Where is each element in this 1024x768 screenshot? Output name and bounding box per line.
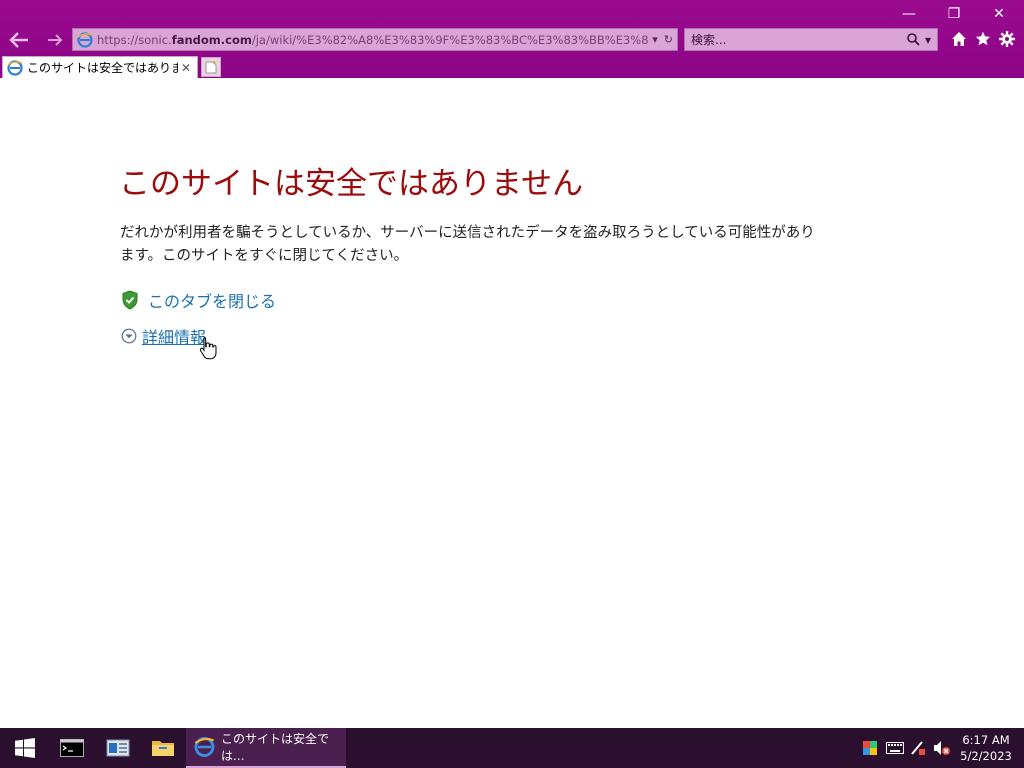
home-button[interactable] [948, 28, 970, 50]
star-icon [975, 31, 991, 46]
new-tab-icon [205, 60, 217, 73]
taskbar: このサイトは安全では... 6:17 AM 5/2/2023 [0, 728, 1024, 768]
warning-description: だれかが利用者を騙そうとしているか、サーバーに送信されたデータを盗み取ろうとして… [120, 225, 815, 264]
clock-date: 5/2/2023 [960, 749, 1012, 763]
more-info-label[interactable]: 詳細情報 [142, 324, 206, 348]
taskbar-file-explorer[interactable] [140, 728, 186, 768]
action-center-flag-icon [863, 741, 877, 755]
tab-ie-icon [7, 59, 23, 76]
network-icon [911, 741, 925, 755]
taskbar-ie-label: このサイトは安全では... [220, 732, 329, 763]
windows-logo-icon [15, 738, 35, 758]
close-tab-link[interactable]: このタブを閉じる [121, 288, 276, 312]
tab-close-button[interactable]: ✕ [178, 61, 194, 75]
tray-network[interactable] [908, 728, 928, 768]
browser-titlebar: — ❐ ✕ https://sonic.fandom.com/ja/wiki/%… [0, 0, 1024, 78]
taskbar-ie-icon [194, 737, 215, 757]
address-dropdown-icon[interactable]: ▾ [652, 33, 658, 46]
address-bar[interactable]: https://sonic.fandom.com/ja/wiki/%E3%82%… [72, 28, 678, 51]
home-icon [952, 32, 966, 46]
search-icon[interactable] [907, 32, 920, 46]
taskbar-clock[interactable]: 6:17 AM 5/2/2023 [954, 732, 1018, 764]
terminal-icon [60, 739, 84, 757]
tab-title: このサイトは安全ではありません [27, 61, 178, 75]
tray-volume[interactable] [932, 728, 952, 768]
settings-button[interactable] [996, 28, 1018, 50]
start-button[interactable] [2, 728, 48, 768]
keyboard-icon [886, 742, 904, 754]
search-input[interactable]: 検索... [691, 31, 907, 48]
forward-arrow-icon [48, 34, 63, 46]
volume-muted-icon [934, 741, 950, 755]
close-window-button[interactable]: ✕ [976, 0, 1022, 28]
search-box[interactable]: 検索... ▾ [684, 28, 938, 51]
tray-keyboard[interactable] [884, 728, 906, 768]
address-url: https://sonic.fandom.com/ja/wiki/%E3%82%… [97, 32, 649, 47]
hand-cursor-icon [199, 337, 217, 360]
taskbar-server-manager[interactable] [95, 728, 141, 768]
favorites-button[interactable] [972, 28, 994, 50]
new-tab-button[interactable] [201, 57, 221, 77]
page-title: このサイトは安全ではありません [119, 166, 584, 202]
refresh-icon[interactable]: ↻ [664, 33, 673, 46]
page-content: このサイトは安全ではありません だれかが利用者を騙そうとしているか、サーバーに送… [0, 78, 1024, 728]
minimize-button[interactable]: — [886, 0, 932, 28]
tab-active[interactable]: このサイトは安全ではありません ✕ [2, 56, 198, 78]
back-arrow-icon [9, 32, 28, 48]
more-info-link[interactable]: 詳細情報 [121, 324, 206, 348]
search-dropdown-icon[interactable]: ▾ [925, 33, 931, 47]
server-manager-icon [106, 739, 130, 757]
shield-check-icon [122, 290, 138, 310]
gear-icon [999, 31, 1015, 47]
taskbar-ie-window[interactable]: このサイトは安全では... [186, 728, 346, 768]
expand-icon[interactable] [121, 328, 137, 344]
ie-icon [77, 31, 93, 48]
taskbar-terminal[interactable] [49, 728, 95, 768]
tray-flag[interactable] [860, 728, 880, 768]
folder-icon [152, 741, 174, 756]
close-tab-label[interactable]: このタブを閉じる [148, 288, 276, 312]
back-button[interactable] [6, 28, 32, 52]
clock-time: 6:17 AM [962, 733, 1010, 747]
restore-button[interactable]: ❐ [931, 0, 977, 28]
forward-button[interactable] [42, 28, 68, 52]
